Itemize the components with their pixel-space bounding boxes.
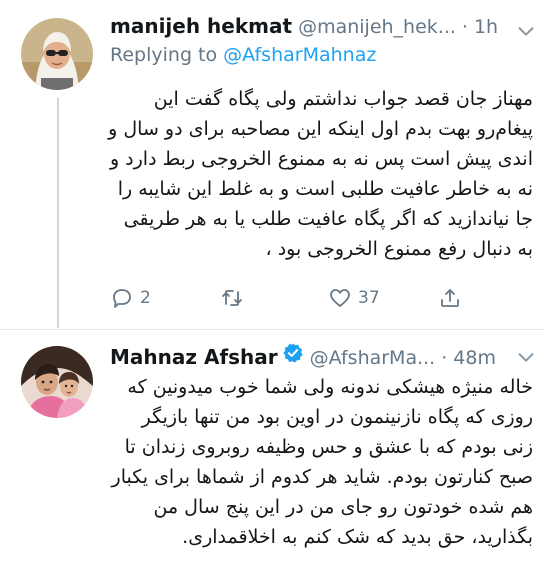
avatar-manijeh[interactable]	[21, 18, 93, 90]
chevron-down-icon[interactable]	[515, 346, 537, 368]
share-icon	[441, 289, 459, 307]
verified-badge-icon	[283, 343, 303, 363]
retweet-icon	[222, 290, 242, 306]
separator-dot: ·	[461, 16, 468, 38]
woman-with-child-avatar-icon	[21, 346, 93, 418]
author-handle[interactable]: @manijeh_hek...	[298, 16, 456, 38]
like-icon	[330, 289, 350, 307]
share-button[interactable]	[438, 286, 462, 310]
tweet-text: خاله منیژه هیشکی ندونه ولی شما خوب میدون…	[111, 376, 533, 548]
thread-line	[57, 98, 59, 328]
reply-icon	[113, 289, 131, 308]
chevron-down-icon[interactable]	[515, 20, 537, 42]
replying-to-line: Replying to @AfsharMahnaz	[110, 44, 376, 66]
like-button[interactable]: 37	[328, 286, 380, 310]
reply-button[interactable]: 2	[110, 286, 151, 310]
author-name[interactable]: manijeh hekmat	[110, 14, 292, 38]
like-count: 37	[358, 288, 380, 308]
separator-dot: ·	[441, 347, 448, 369]
avatar-mahnaz[interactable]	[21, 346, 93, 418]
author-handle[interactable]: @AfsharMa...	[310, 347, 436, 369]
tweet-text: مهناز جان قصد جواب نداشتم ولی پگاه گفت ا…	[108, 88, 533, 260]
reply-count: 2	[140, 288, 151, 308]
woman-sunglasses-avatar-icon	[21, 18, 93, 90]
timestamp[interactable]: 48m	[453, 347, 496, 369]
tweet-divider	[0, 329, 545, 330]
tweet-actions: 2 37	[110, 286, 500, 316]
mention-link[interactable]: @AfsharMahnaz	[223, 44, 376, 66]
tweet-header: Mahnaz Afshar @AfsharMa... · 48m	[110, 342, 496, 369]
replying-label: Replying to	[110, 44, 218, 66]
author-name[interactable]: Mahnaz Afshar	[110, 345, 278, 369]
tweet-header: manijeh hekmat @manijeh_hek... · 1h	[110, 14, 498, 38]
timestamp[interactable]: 1h	[474, 16, 498, 38]
retweet-button[interactable]	[220, 286, 250, 310]
